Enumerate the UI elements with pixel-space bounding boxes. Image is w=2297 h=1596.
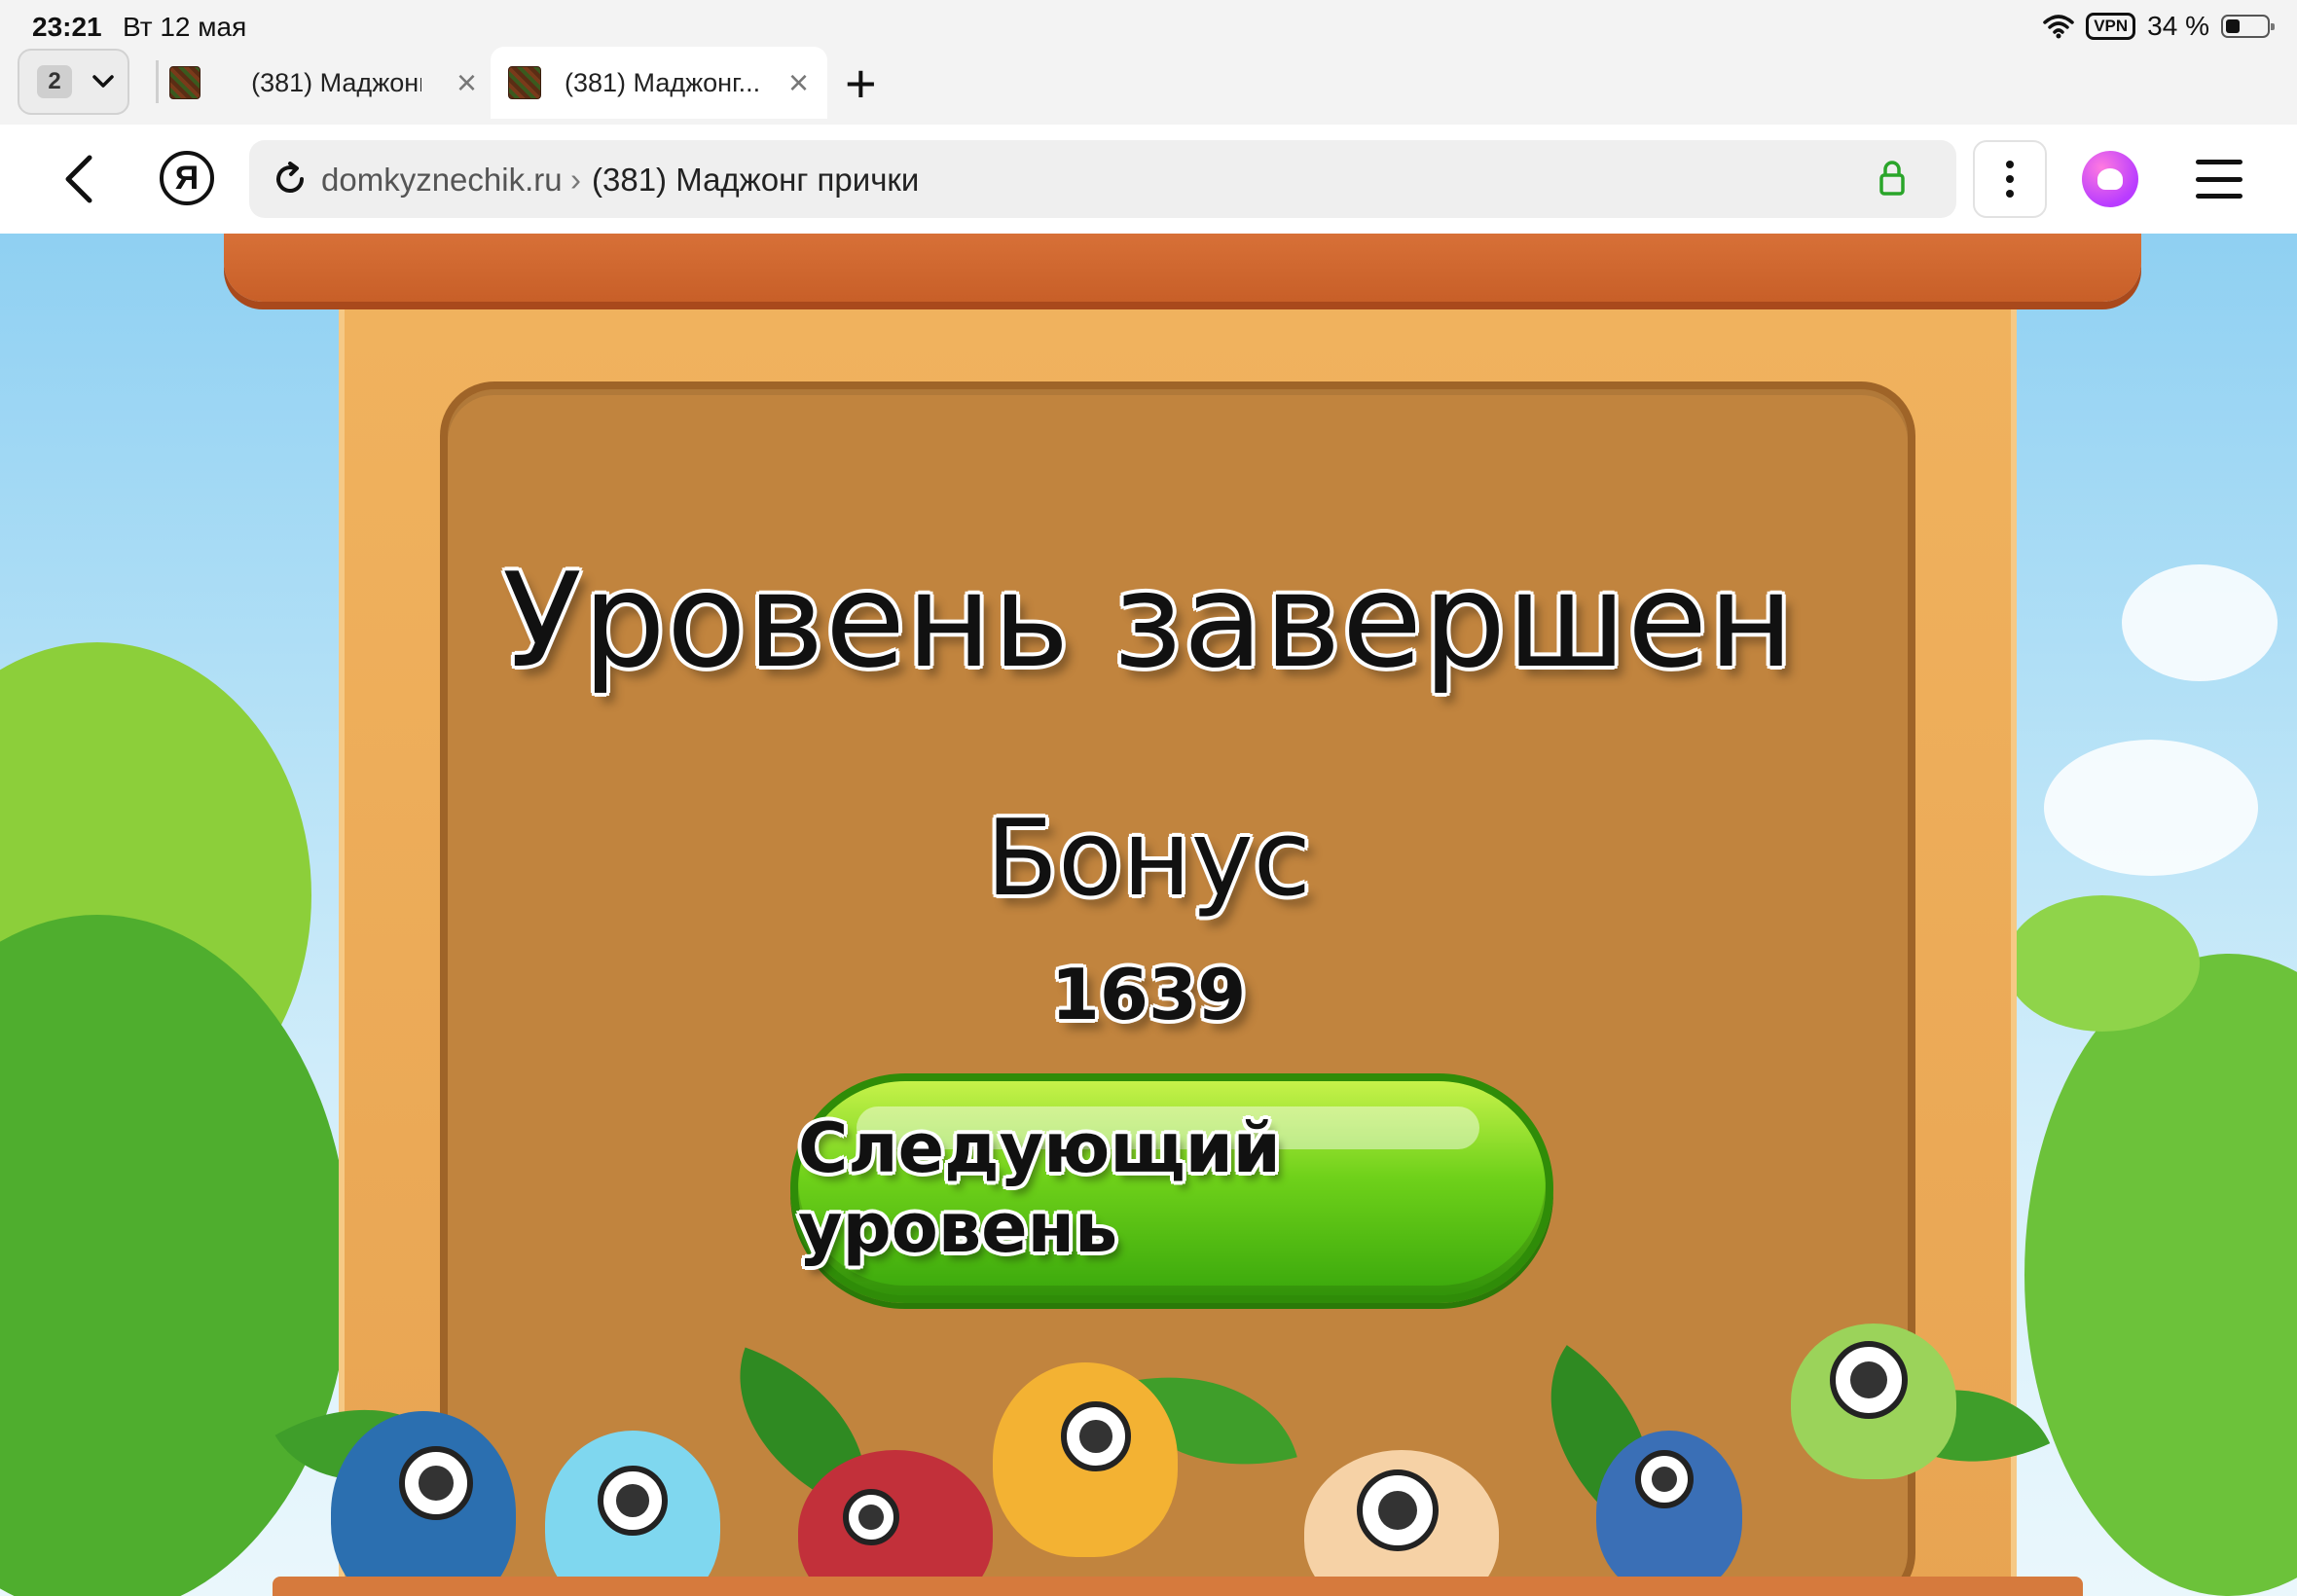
close-tab-icon[interactable]: ×: [456, 65, 477, 100]
board-roof: [224, 234, 2141, 302]
next-level-button[interactable]: Следующий уровень: [790, 1073, 1553, 1303]
next-level-button-label: Следующий уровень: [798, 1108, 1281, 1268]
tab-item[interactable]: (381) Маджонг ×: [165, 47, 477, 119]
yellow-bird: [993, 1362, 1178, 1557]
wifi-icon: [2043, 15, 2074, 39]
new-tab-button[interactable]: +: [845, 56, 877, 111]
dot-icon: [2006, 175, 2014, 183]
status-bar: 23:21 Вт 12 мая VPN 34 %: [0, 0, 2297, 45]
battery-percent: 34 %: [2147, 11, 2209, 41]
chevron-down-icon: [92, 75, 114, 88]
status-right: VPN 34 %: [2043, 10, 2275, 43]
board-bottom-ledge: [273, 1577, 2083, 1596]
vpn-badge: VPN: [2086, 13, 2136, 40]
address-bar[interactable]: domkyznechik.ru › (381) Маджонг прички: [249, 140, 1956, 218]
tab-divider: [156, 60, 159, 103]
bonus-value: 1639: [1050, 954, 1247, 1035]
bonus-label: Бонус: [985, 798, 1312, 920]
dot-icon: [2006, 161, 2014, 168]
tab-switcher-button[interactable]: 2: [18, 49, 129, 115]
battery-icon: [2221, 15, 2275, 38]
reload-icon[interactable]: [273, 162, 308, 197]
tab-title: (381) Маджонг: [251, 67, 421, 97]
yandex-home-button[interactable]: Я: [160, 151, 214, 205]
url-separator: ›: [570, 162, 581, 198]
back-arrow-icon[interactable]: [56, 152, 101, 206]
more-options-button[interactable]: [1973, 140, 2047, 218]
lock-icon[interactable]: [1878, 160, 1906, 197]
green-bird: [1791, 1324, 1956, 1479]
dot-icon: [2006, 190, 2014, 198]
tab-strip: 2 (381) Маджонг × (381) Маджонг... × +: [0, 45, 2297, 125]
browser-toolbar: Я domkyznechik.ru › (381) Маджонг прички: [0, 125, 2297, 234]
hamburger-menu-icon[interactable]: [2196, 160, 2242, 199]
tab-item-active[interactable]: (381) Маджонг... ×: [491, 47, 827, 119]
url-page-title: (381) Маджонг прички: [592, 162, 920, 198]
alice-assistant-icon[interactable]: [2082, 151, 2138, 207]
level-complete-title: Уровень завершен: [502, 545, 1795, 697]
status-time: 23:21: [32, 12, 102, 42]
game-viewport: Уровень завершен Бонус 1639 Следующий ур…: [0, 234, 2297, 1596]
blue-toucan-bird: [1596, 1431, 1742, 1596]
site-favicon-icon: [508, 66, 541, 99]
close-tab-icon[interactable]: ×: [788, 65, 809, 100]
tab-title: (381) Маджонг...: [565, 67, 761, 97]
site-favicon-icon: [169, 66, 201, 99]
url-domain: domkyznechik.ru: [321, 162, 563, 198]
tab-count-badge: 2: [37, 65, 72, 98]
status-date: Вт 12 мая: [123, 12, 247, 42]
